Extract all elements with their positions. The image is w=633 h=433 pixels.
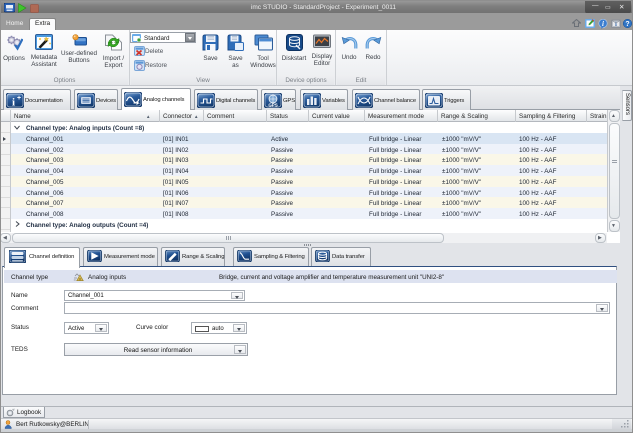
- svg-text:GPS: GPS: [268, 103, 277, 108]
- svg-text:i: i: [12, 97, 15, 109]
- svg-text:i: i: [602, 20, 604, 28]
- svg-text:?: ?: [625, 21, 629, 28]
- svg-text:+: +: [17, 95, 21, 102]
